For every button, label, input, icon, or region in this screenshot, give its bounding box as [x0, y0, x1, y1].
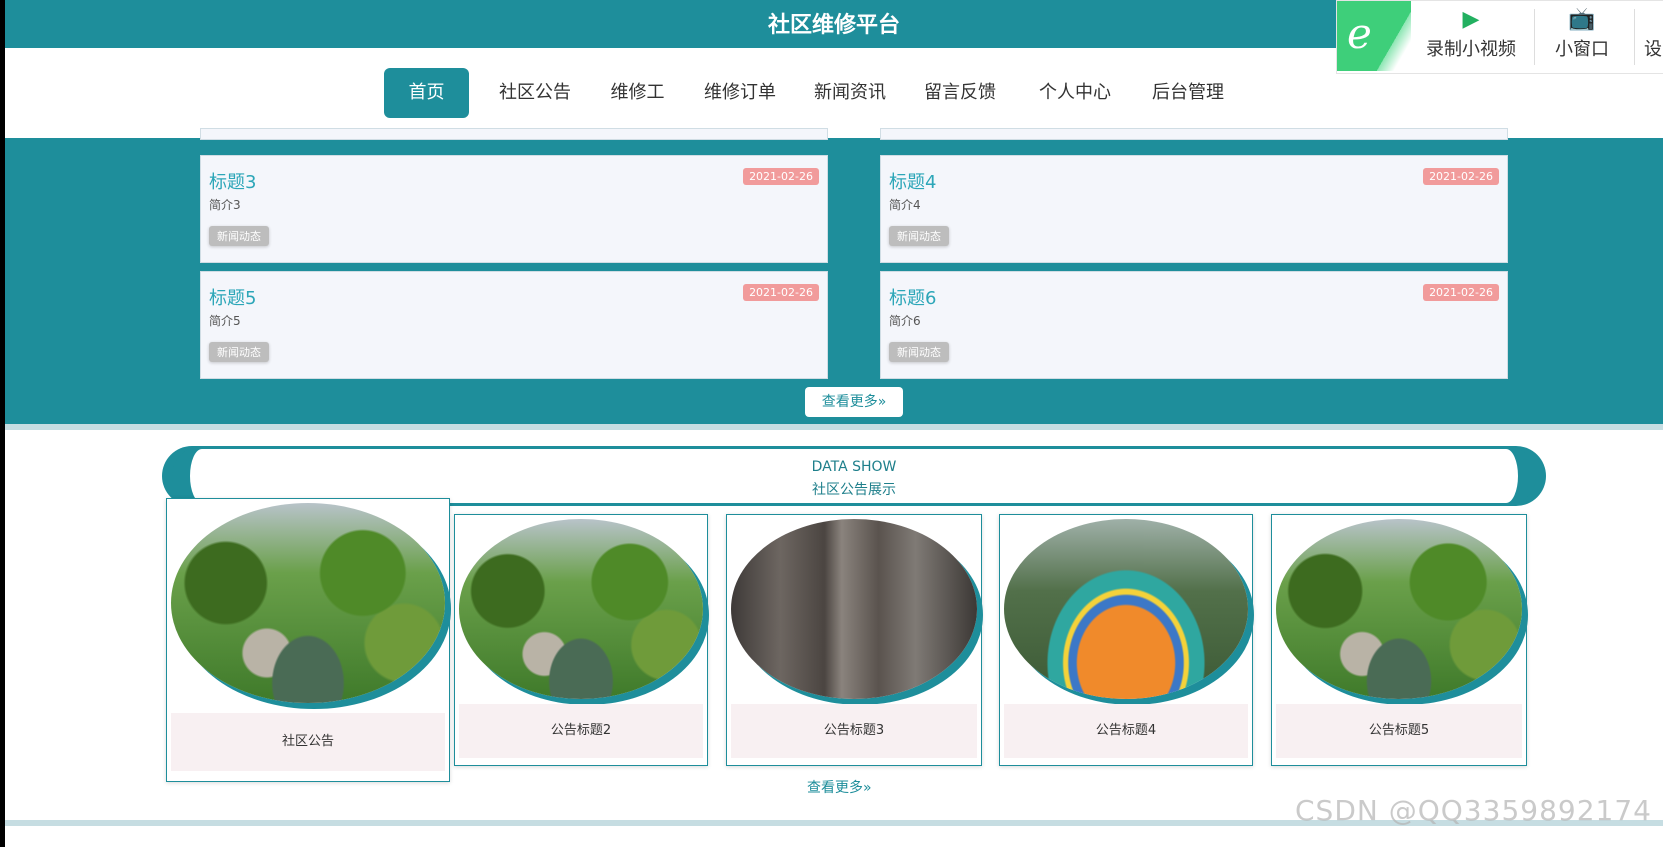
news-title[interactable]: 标题6: [889, 284, 936, 310]
news-tag: 新闻动态: [209, 342, 269, 362]
news-more-button[interactable]: 查看更多»: [805, 387, 903, 417]
announcement-image: [1276, 519, 1522, 699]
news-summary: 简介4: [889, 198, 921, 212]
screen-recorder-widget: e ▶ 录制小视频 📺 小窗口 设: [1336, 0, 1663, 74]
announcement-caption: 公告标题5: [1276, 704, 1522, 758]
data-show-title-cn: 社区公告展示: [812, 482, 896, 498]
news-title[interactable]: 标题3: [209, 168, 256, 194]
news-card[interactable]: 标题6 2021-02-26 简介6 新闻动态: [880, 271, 1508, 379]
nav-item-feedback[interactable]: 留言反馈: [910, 68, 1010, 118]
announcement-caption: 公告标题3: [731, 704, 977, 758]
record-video-button[interactable]: ▶ 录制小视频: [1421, 7, 1521, 61]
announcement-image: [1004, 519, 1248, 699]
announcement-image: [459, 519, 703, 699]
nav-item-home[interactable]: 首页: [384, 68, 469, 118]
announcement-caption: 公告标题4: [1004, 704, 1248, 758]
announcement-image: [731, 519, 977, 699]
settings-button[interactable]: 设: [1642, 7, 1663, 61]
announcement-caption: 公告标题2: [459, 704, 703, 758]
nav-item-repairmen[interactable]: 维修工: [595, 68, 680, 118]
news-title[interactable]: 标题5: [209, 284, 256, 310]
news-card[interactable]: 标题3 2021-02-26 简介3 新闻动态: [200, 155, 828, 263]
settings-label: 设: [1644, 39, 1662, 60]
browser-logo-icon: e: [1337, 1, 1411, 71]
nav-item-announcements[interactable]: 社区公告: [485, 68, 585, 118]
nav-item-news[interactable]: 新闻资讯: [800, 68, 900, 118]
announcement-card[interactable]: 社区公告: [166, 498, 450, 782]
news-card[interactable]: 标题5 2021-02-26 简介5 新闻动态: [200, 271, 828, 379]
video-record-icon: ▶: [1462, 7, 1480, 32]
nav-item-profile[interactable]: 个人中心: [1025, 68, 1125, 118]
announcement-card[interactable]: 公告标题5: [1271, 514, 1527, 766]
small-window-button[interactable]: 📺 小窗口: [1542, 7, 1622, 61]
watermark: CSDN @QQ3359892174: [1295, 794, 1652, 827]
news-title[interactable]: 标题4: [889, 168, 936, 194]
news-card-partial: [200, 128, 828, 140]
announcements-more-link[interactable]: 查看更多»: [807, 777, 872, 797]
record-video-label: 录制小视频: [1426, 39, 1516, 60]
news-date-badge: 2021-02-26: [1423, 168, 1499, 185]
news-card[interactable]: 标题4 2021-02-26 简介4 新闻动态: [880, 155, 1508, 263]
nav-item-repair-orders[interactable]: 维修订单: [690, 68, 790, 118]
data-show-banner: DATA SHOW 社区公告展示: [172, 446, 1536, 506]
news-date-badge: 2021-02-26: [743, 284, 819, 301]
announcement-card[interactable]: 公告标题3: [726, 514, 982, 766]
data-show-title-en: DATA SHOW: [811, 459, 897, 475]
announcement-card[interactable]: 公告标题2: [454, 514, 708, 766]
announcement-card[interactable]: 公告标题4: [999, 514, 1253, 766]
news-date-badge: 2021-02-26: [1423, 284, 1499, 301]
news-tag: 新闻动态: [889, 342, 949, 362]
tv-icon: 📺: [1568, 7, 1596, 32]
news-date-badge: 2021-02-26: [743, 168, 819, 185]
news-summary: 简介3: [209, 198, 241, 212]
small-window-label: 小窗口: [1555, 39, 1609, 60]
news-card-partial: [880, 128, 1508, 140]
announcement-caption: 社区公告: [171, 713, 445, 771]
news-summary: 简介6: [889, 314, 921, 328]
announcement-image: [171, 503, 445, 703]
section-divider: [5, 424, 1663, 430]
nav-item-admin[interactable]: 后台管理: [1138, 68, 1238, 118]
news-tag: 新闻动态: [209, 226, 269, 246]
separator: [1534, 9, 1535, 65]
news-summary: 简介5: [209, 314, 241, 328]
site-title: 社区维修平台: [767, 13, 900, 38]
news-tag: 新闻动态: [889, 226, 949, 246]
separator: [1634, 9, 1635, 65]
